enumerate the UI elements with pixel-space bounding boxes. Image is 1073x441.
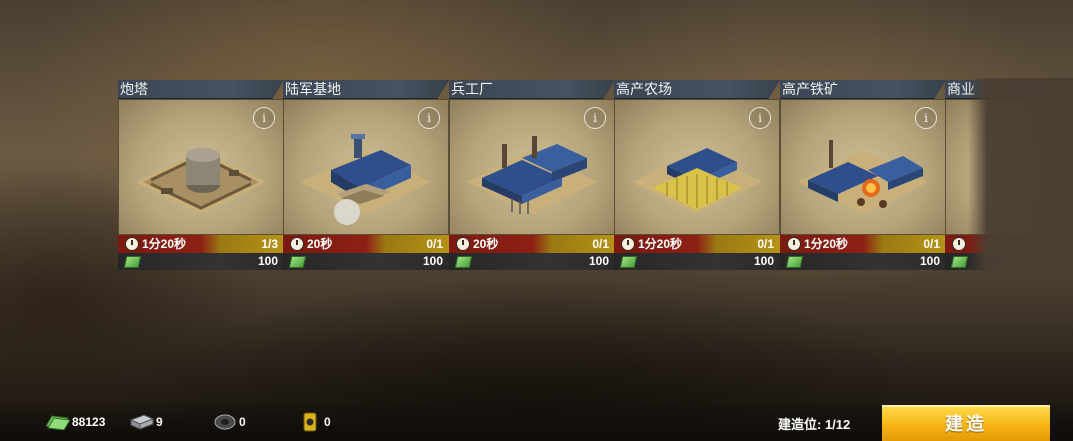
farm-illustration bbox=[632, 148, 762, 214]
build-count: 0/1 bbox=[757, 237, 774, 251]
resource-oil: 0 bbox=[302, 410, 352, 434]
build-time: 1分20秒 bbox=[804, 237, 849, 251]
money-icon bbox=[288, 256, 307, 268]
resource-steel: 9 bbox=[130, 410, 180, 434]
build-cost-bar: 100 bbox=[614, 253, 780, 270]
army-base-illustration bbox=[301, 134, 431, 214]
building-name: 炮塔 bbox=[118, 80, 284, 99]
build-slots: 建造位: 1/12 bbox=[778, 417, 851, 432]
steel-icon bbox=[130, 414, 154, 430]
money-amount: 88123 bbox=[72, 415, 106, 429]
building-card-army-base[interactable]: 陆军基地 i 20秒 0/1 100 bbox=[283, 80, 449, 270]
touch-indicator bbox=[334, 199, 360, 225]
iron-mine-illustration bbox=[798, 140, 928, 214]
clock-icon bbox=[621, 237, 635, 251]
money-icon bbox=[619, 256, 638, 268]
building-image: i bbox=[283, 99, 449, 235]
oil-icon bbox=[303, 412, 317, 432]
build-count: 0/1 bbox=[426, 237, 443, 251]
resource-money: 88123 bbox=[44, 410, 124, 434]
building-card-arsenal[interactable]: 兵工厂 i 20秒 0/1 100 bbox=[449, 80, 615, 270]
info-icon[interactable]: i bbox=[584, 107, 606, 129]
build-cost-bar: 100 bbox=[118, 253, 284, 270]
build-time-bar: 1分20秒 1/3 bbox=[118, 235, 284, 253]
clock-icon bbox=[787, 237, 801, 251]
money-icon bbox=[454, 256, 473, 268]
build-cost: 100 bbox=[919, 254, 940, 268]
info-icon[interactable]: i bbox=[915, 107, 937, 129]
building-name: 兵工厂 bbox=[449, 80, 615, 99]
building-card-farm[interactable]: 高产农场 i 1分20秒 0/1 100 bbox=[614, 80, 780, 270]
build-cost-bar: 100 bbox=[780, 253, 946, 270]
info-icon[interactable]: i bbox=[253, 107, 275, 129]
build-cost-bar: 100 bbox=[283, 253, 449, 270]
clock-icon bbox=[290, 237, 304, 251]
build-count: 1/3 bbox=[261, 237, 278, 251]
build-time: 20秒 bbox=[307, 237, 333, 251]
rubber-icon bbox=[214, 414, 236, 430]
build-cost: 100 bbox=[753, 254, 774, 268]
build-time: 1分20秒 bbox=[142, 237, 187, 251]
build-cost: 100 bbox=[422, 254, 443, 268]
building-name: 陆军基地 bbox=[283, 80, 449, 99]
build-time-bar: 1分20秒 0/1 bbox=[780, 235, 946, 253]
arsenal-illustration bbox=[467, 136, 597, 214]
money-icon bbox=[785, 256, 804, 268]
steel-amount: 9 bbox=[156, 415, 163, 429]
building-image: i bbox=[118, 99, 284, 235]
clock-icon bbox=[952, 237, 966, 251]
build-time: 1分20秒 bbox=[638, 237, 683, 251]
info-icon[interactable]: i bbox=[418, 107, 440, 129]
scroll-fade bbox=[968, 78, 1073, 274]
build-time-bar: 1分20秒 0/1 bbox=[614, 235, 780, 253]
clock-icon bbox=[456, 237, 470, 251]
build-time-bar: 20秒 0/1 bbox=[283, 235, 449, 253]
building-image: i bbox=[614, 99, 780, 235]
build-count: 0/1 bbox=[923, 237, 940, 251]
money-icon bbox=[123, 256, 142, 268]
money-icon bbox=[45, 415, 70, 430]
money-icon bbox=[950, 256, 969, 268]
build-cost-bar: 100 bbox=[449, 253, 615, 270]
build-count: 0/1 bbox=[592, 237, 609, 251]
clock-icon bbox=[125, 237, 139, 251]
building-image: i bbox=[780, 99, 946, 235]
building-name: 高产农场 bbox=[614, 80, 780, 99]
build-time: 20秒 bbox=[473, 237, 499, 251]
resource-rubber: 0 bbox=[214, 410, 264, 434]
building-image: i bbox=[449, 99, 615, 235]
build-time-bar: 20秒 0/1 bbox=[449, 235, 615, 253]
info-icon[interactable]: i bbox=[749, 107, 771, 129]
build-button[interactable]: 建造 bbox=[882, 405, 1050, 441]
build-cost: 100 bbox=[257, 254, 278, 268]
build-cost: 100 bbox=[588, 254, 609, 268]
turret-illustration bbox=[136, 148, 266, 214]
rubber-amount: 0 bbox=[239, 415, 246, 429]
building-card-turret[interactable]: 炮塔 i 1分20秒 1/3 100 bbox=[118, 80, 284, 270]
oil-amount: 0 bbox=[324, 415, 331, 429]
building-name: 高产铁矿 bbox=[780, 80, 946, 99]
building-card-iron-mine[interactable]: 高产铁矿 i 1分20秒 0/1 100 bbox=[780, 80, 946, 270]
